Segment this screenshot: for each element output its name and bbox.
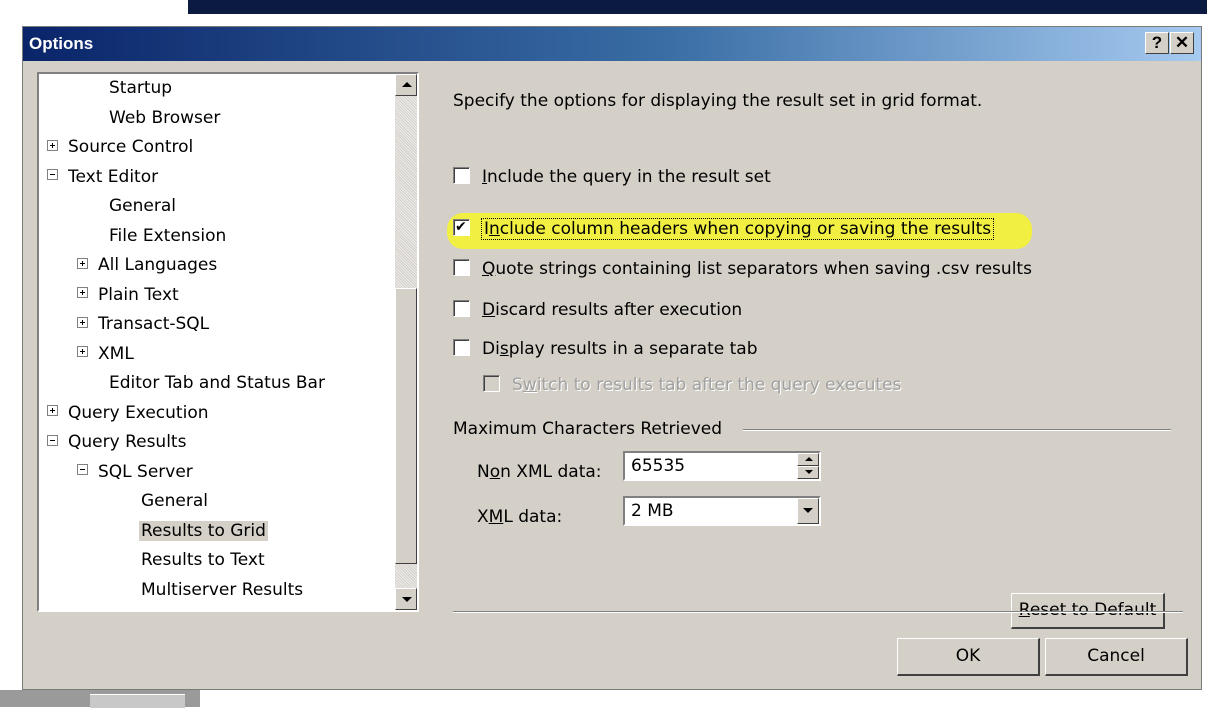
- cancel-button[interactable]: Cancel: [1045, 638, 1188, 676]
- tree-item-label: Transact-SQL: [98, 314, 210, 334]
- scroll-up-button[interactable]: [395, 74, 417, 96]
- expand-icon[interactable]: [77, 316, 88, 328]
- tree-item[interactable]: All Languages: [77, 253, 219, 277]
- scroll-down-button[interactable]: [395, 588, 417, 610]
- tree-item-label: Results to Text: [141, 550, 265, 570]
- non-xml-stepper[interactable]: [797, 453, 819, 479]
- expand-icon[interactable]: [47, 139, 58, 151]
- chevron-down-icon: [805, 470, 813, 474]
- tree-item[interactable]: Source Control: [47, 135, 195, 159]
- group-divider: [743, 429, 1171, 431]
- expand-icon[interactable]: [77, 287, 88, 298]
- tree-item-label: File Extension: [109, 225, 227, 246]
- include-query-option[interactable]: Include the query in the result set: [453, 165, 771, 189]
- tree-item[interactable]: Query Execution: [47, 401, 211, 425]
- chevron-down-icon: [402, 597, 412, 602]
- tree-item[interactable]: SQL Server: [77, 460, 195, 484]
- non-xml-input[interactable]: 65535: [623, 451, 821, 481]
- tree-item-label: Results to Grid: [139, 520, 268, 541]
- separate-tab-checkbox[interactable]: [453, 338, 470, 356]
- stepper-up-button[interactable]: [797, 453, 819, 466]
- options-panel: Specify the options for displaying the r…: [447, 67, 1183, 667]
- quote-strings-checkbox[interactable]: [453, 258, 470, 276]
- tree-item[interactable]: Startup: [107, 76, 174, 100]
- xml-value: 2 MB: [631, 501, 674, 521]
- xml-dropdown-button[interactable]: [797, 498, 819, 524]
- tree-item[interactable]: Transact-SQL: [77, 312, 211, 336]
- tree-item-label: SQL Server: [98, 461, 193, 482]
- collapse-icon[interactable]: [77, 464, 88, 475]
- tree-item[interactable]: File Extension: [107, 224, 228, 248]
- switch-tab-option: Switch to results tab after the query ex…: [483, 373, 901, 397]
- ok-button[interactable]: OK: [897, 638, 1040, 676]
- tree-item-label: Multiserver Results: [141, 579, 304, 600]
- footer-separator: [453, 611, 1183, 613]
- window-title: Options: [29, 34, 94, 53]
- stepper-down-button[interactable]: [797, 466, 819, 479]
- expand-icon[interactable]: [47, 405, 58, 416]
- max-chars-group-label: Maximum Characters Retrieved: [453, 419, 723, 439]
- panel-description: Specify the options for displaying the r…: [453, 91, 983, 111]
- help-button[interactable]: ?: [1145, 32, 1169, 54]
- chevron-up-icon: [402, 82, 412, 87]
- tree-item-label: Query Execution: [68, 402, 209, 423]
- tree-scrollbar[interactable]: [395, 74, 417, 610]
- discard-results-checkbox[interactable]: [453, 299, 470, 317]
- quote-strings-option[interactable]: Quote strings containing list separators…: [453, 257, 1032, 281]
- tree-item-label: General: [141, 491, 208, 511]
- tree-item[interactable]: Query Results: [47, 430, 188, 454]
- expand-icon[interactable]: [77, 346, 88, 357]
- tree-item[interactable]: Editor Tab and Status Bar: [107, 371, 327, 395]
- chevron-up-icon: [805, 457, 813, 461]
- expand-icon[interactable]: [77, 257, 88, 269]
- close-button[interactable]: ✕: [1170, 32, 1194, 54]
- tree-item[interactable]: XML: [77, 342, 136, 366]
- tree-item-label: Web Browser: [109, 107, 221, 128]
- chevron-down-icon: [803, 508, 813, 513]
- include-headers-checkbox[interactable]: [453, 218, 470, 236]
- tree-item-label: Plain Text: [98, 284, 179, 305]
- tree-item[interactable]: Plain Text: [77, 283, 181, 307]
- tree-item[interactable]: Text Editor: [47, 165, 160, 189]
- discard-results-option[interactable]: Discard results after execution: [453, 298, 742, 322]
- options-dialog: Options ? ✕ Startup Web Browser Source Con…: [22, 26, 1202, 690]
- non-xml-value: 65535: [631, 456, 686, 476]
- tree-item[interactable]: General: [139, 489, 210, 513]
- tree-item[interactable]: Results to Grid: [139, 519, 268, 543]
- title-bar: Options ? ✕: [23, 27, 1201, 61]
- tree-item[interactable]: General: [107, 194, 178, 218]
- xml-select[interactable]: 2 MB: [623, 496, 821, 526]
- tree-item-label: XML: [98, 343, 134, 364]
- tree-item-label: Query Results: [68, 432, 187, 452]
- non-xml-label: Non XML data:: [477, 462, 602, 482]
- include-headers-option[interactable]: Include column headers when copying or s…: [453, 217, 995, 241]
- separate-tab-option[interactable]: Display results in a separate tab: [453, 337, 758, 361]
- tree-item-label: All Languages: [98, 255, 218, 275]
- tree-item[interactable]: Web Browser: [107, 106, 222, 130]
- background-window-edge: [188, 0, 1207, 14]
- switch-tab-checkbox: [483, 374, 500, 392]
- include-query-checkbox[interactable]: [453, 166, 470, 184]
- tree-item-label: Startup: [109, 78, 173, 98]
- tree-item-label: Text Editor: [68, 166, 159, 187]
- tree-item-label: Source Control: [68, 137, 194, 157]
- collapse-icon[interactable]: [47, 169, 58, 180]
- options-tree[interactable]: Startup Web Browser Source Control Text Edi…: [37, 72, 419, 612]
- collapse-icon[interactable]: [47, 434, 58, 446]
- tree-item-label: General: [109, 196, 176, 216]
- tree-item[interactable]: Multiserver Results: [139, 578, 305, 602]
- tree-item-label: Editor Tab and Status Bar: [109, 373, 325, 393]
- tree-item[interactable]: Results to Text: [139, 548, 267, 572]
- background-taskbar-button: [90, 694, 185, 708]
- scroll-thumb[interactable]: [395, 288, 417, 564]
- xml-label: XML data:: [477, 507, 563, 527]
